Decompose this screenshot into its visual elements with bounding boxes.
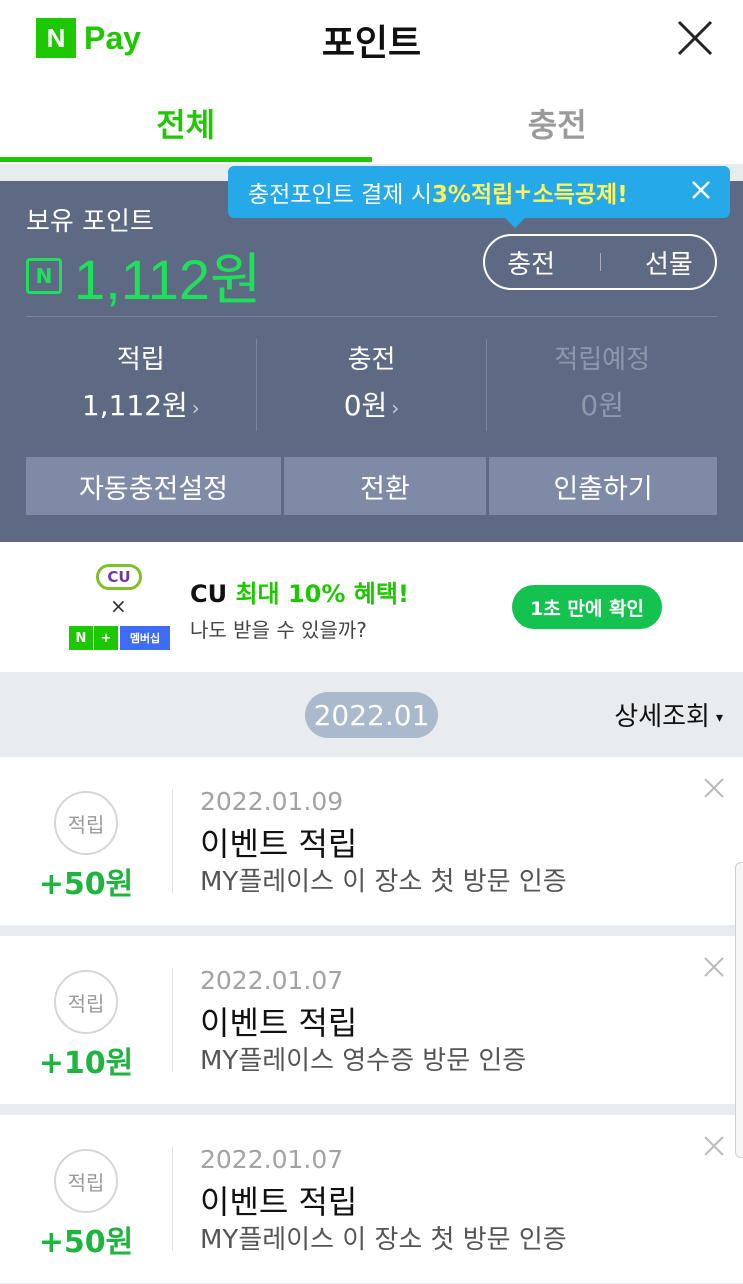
scrollbar[interactable]: [735, 862, 743, 1158]
stat-label: 적립: [116, 345, 165, 375]
item-description: MY플레이스 영수증 방문 인증: [200, 1046, 527, 1076]
stat-earned[interactable]: 적립 1,112원 ›: [26, 339, 256, 431]
points-actions: 자동충전설정 전환 인출하기: [26, 457, 717, 515]
hold-points-label: 보유 포인트: [26, 207, 154, 237]
stat-value: 1,112원 ›: [81, 389, 200, 422]
top-bar: N Pay 포인트: [0, 0, 743, 78]
convert-button[interactable]: 전환: [284, 457, 486, 515]
detail-filter-dropdown[interactable]: 상세조회 ▾: [614, 696, 723, 733]
item-description: MY플레이스 이 장소 첫 방문 인증: [200, 867, 567, 897]
charge-gift-buttons: 충전 선물: [483, 234, 717, 290]
points-stats: 적립 1,112원 › 충전 0원 › 적립예정 0원: [26, 339, 717, 431]
divider: [26, 316, 717, 317]
close-icon[interactable]: [690, 179, 712, 201]
points-panel: 보유 포인트 N 1,112원 충전 선물 적립 1,112원 › 충전 0원 › …: [0, 181, 743, 542]
close-icon[interactable]: [675, 18, 715, 58]
divider: [172, 1147, 173, 1251]
stat-pending: 적립예정 0원: [486, 339, 717, 431]
item-amount: +10원: [38, 1046, 134, 1081]
stat-charged[interactable]: 충전 0원 ›: [255, 339, 487, 431]
item-date: 2022.01.07: [200, 966, 344, 995]
item-title: 이벤트 적립: [200, 1183, 358, 1221]
history-item[interactable]: 적립 +10원 2022.01.07 이벤트 적립 MY플레이스 영수증 방문 …: [0, 936, 743, 1104]
naver-point-icon: N: [26, 257, 62, 294]
item-title: 이벤트 적립: [200, 825, 358, 863]
history-item[interactable]: 적립 +50원 2022.01.07 이벤트 적립 MY플레이스 이 장소 첫 …: [0, 1115, 743, 1283]
item-date: 2022.01.09: [200, 787, 344, 816]
tooltip-highlight: 3%적립: [431, 182, 514, 208]
divider: [172, 789, 173, 893]
chevron-right-icon: ›: [191, 396, 200, 420]
hold-points-value: 1,112원: [74, 248, 262, 311]
hold-points-amount: N 1,112원: [26, 235, 262, 316]
promo-tooltip: 충전포인트 결제 시 3%적립 + 소득공제!: [228, 166, 730, 228]
stat-value: 0원: [580, 389, 624, 422]
page-title: 포인트: [321, 23, 422, 64]
check-button[interactable]: 1초 만에 확인: [512, 585, 662, 629]
stat-label: 충전: [347, 345, 396, 375]
caret-down-icon: ▾: [715, 709, 723, 726]
charge-button[interactable]: 충전: [507, 244, 555, 281]
item-date: 2022.01.07: [200, 1145, 344, 1174]
tab-charge[interactable]: 충전: [372, 78, 743, 164]
delete-icon[interactable]: [703, 956, 725, 978]
month-selector[interactable]: 2022.01: [305, 692, 438, 738]
auto-charge-button[interactable]: 자동충전설정: [26, 457, 281, 515]
withdraw-button[interactable]: 인출하기: [489, 457, 717, 515]
chevron-right-icon: ›: [391, 396, 400, 420]
delete-icon[interactable]: [703, 777, 725, 799]
banner-subtitle: 나도 받을 수 있을까?: [190, 618, 367, 642]
cu-logo: CU: [96, 564, 142, 590]
item-title: 이벤트 적립: [200, 1004, 358, 1042]
item-amount: +50원: [38, 867, 134, 902]
history-item[interactable]: 적립 +50원 2022.01.09 이벤트 적립 MY플레이스 이 장소 첫 …: [0, 757, 743, 925]
tooltip-highlight-2: 소득공제!: [532, 182, 628, 208]
month-filter-bar: 2022.01 상세조회 ▾: [0, 672, 743, 756]
earn-badge: 적립: [54, 1149, 118, 1213]
item-amount: +50원: [38, 1225, 134, 1260]
earn-badge: 적립: [54, 970, 118, 1034]
divider: [172, 968, 173, 1072]
stat-value: 0원 ›: [343, 389, 400, 422]
stat-label: 적립예정: [554, 345, 651, 375]
banner-title: CU 최대 10% 혜택!: [190, 580, 409, 608]
divider: [599, 253, 601, 271]
times-icon: ×: [110, 594, 127, 618]
earn-badge: 적립: [54, 791, 118, 855]
naver-plus-membership-logo: N + 멤버십: [69, 626, 170, 650]
delete-icon[interactable]: [703, 1135, 725, 1157]
tab-all[interactable]: 전체: [0, 78, 372, 164]
item-description: MY플레이스 이 장소 첫 방문 인증: [200, 1225, 567, 1255]
tab-bar: 전체 충전: [0, 78, 743, 164]
cu-promo-banner[interactable]: CU × N + 멤버십 CU 최대 10% 혜택! 나도 받을 수 있을까? 1초…: [0, 542, 743, 672]
gift-button[interactable]: 선물: [645, 244, 693, 281]
